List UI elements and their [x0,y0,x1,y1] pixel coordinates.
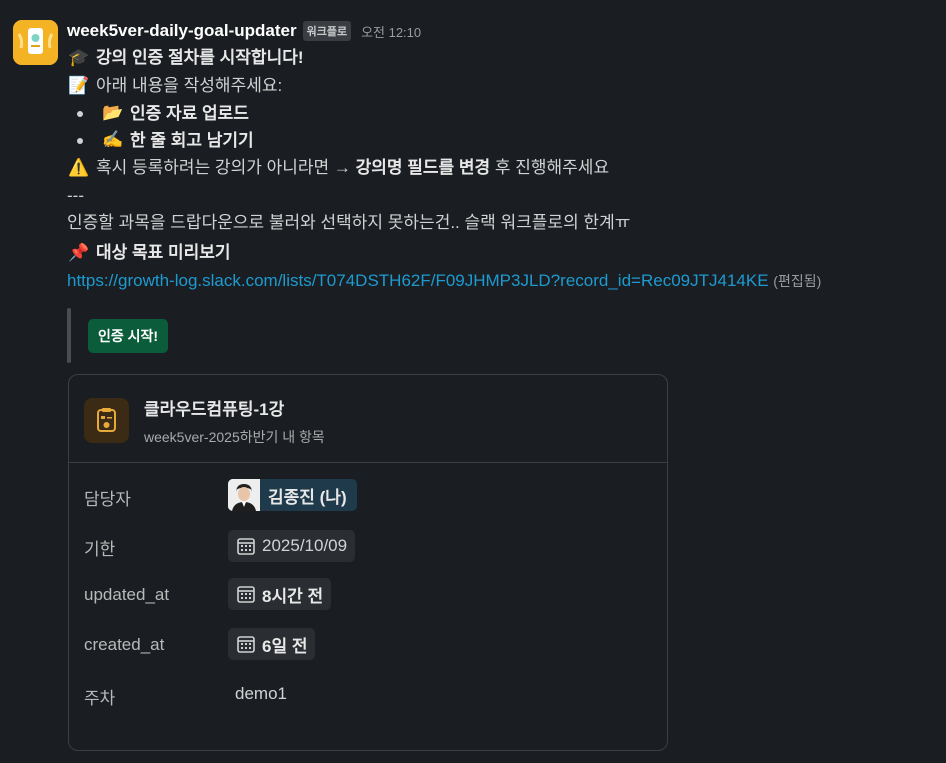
memo-icon: 📝 [68,76,90,96]
assignee-label: 담당자 [84,490,131,509]
line-link: https://growth-log.slack.com/lists/T074D… [67,267,927,295]
bullet-dot [77,110,83,117]
list-icon [84,398,129,443]
calendar-icon [236,536,256,556]
instruction-text: 아래 내용을 작성해주세요: [96,76,283,95]
warning-tail-text: 후 진행해주세요 [490,158,610,177]
due-chip[interactable]: 2025/10/09 [228,530,356,562]
edited-label: (편집됨) [773,273,822,289]
list-item: ✍️ 한 줄 회고 남기기 [67,127,927,154]
message-header: week5ver-daily-goal-updater 워크플로 오전 12:1… [67,18,927,44]
calendar-icon [236,634,256,654]
bullet-text: 인증 자료 업로드 [130,104,249,123]
graduation-cap-icon: 🎓 [68,48,90,68]
line-warning: ⚠️ 혹시 등록하려는 강의가 아니라면 → 강의명 필드를 변경 후 진행해주세… [67,154,927,182]
list-record-link[interactable]: https://growth-log.slack.com/lists/T074D… [67,271,769,290]
updated-label: updated_at [84,585,170,604]
preview-text: 대상 목표 미리보기 [96,243,231,262]
pushpin-icon: 📌 [68,243,90,263]
list-item-card[interactable]: 클라우드컴퓨팅-1강 week5ver-2025하반기 내 항목 담당자 김종진… [68,374,668,751]
timestamp[interactable]: 오전 12:10 [361,22,421,41]
folder-icon: 📂 [102,103,124,123]
warning-icon: ⚠️ [68,158,90,178]
line-start: 🎓 강의 인증 절차를 시작합니다! [67,44,927,72]
calendar-icon [236,584,256,604]
sender-name[interactable]: week5ver-daily-goal-updater [67,21,297,41]
user-avatar [228,479,260,511]
app-badge: 워크플로 [302,21,352,41]
line-preview: 📌 대상 목표 미리보기 [67,239,927,267]
card-subtitle: week5ver-2025하반기 내 항목 [144,429,325,445]
line-instruction: 📝 아래 내용을 작성해주세요: [67,72,927,100]
due-value: 2025/10/09 [262,536,348,555]
card-title[interactable]: 클라우드컴퓨팅-1강 [144,395,284,420]
week-label: 주차 [84,689,116,708]
card-divider [69,462,667,463]
start-verification-button[interactable]: 인증 시작! [88,319,169,353]
note-text: 인증할 과목을 드랍다운으로 불러와 선택하지 못하는건.. 슬랙 워크플로의 … [67,213,631,232]
due-label: 기한 [84,540,116,559]
updated-value: 8시간 전 [262,586,324,606]
created-chip[interactable]: 6일 전 [228,628,316,660]
created-value: 6일 전 [262,636,308,656]
warning-text: 혹시 등록하려는 강의가 아니라면 → [96,158,356,177]
message: week5ver-daily-goal-updater 워크플로 오전 12:1… [67,18,927,295]
assignee-chip[interactable]: 김종진 (나) [228,479,357,511]
updated-chip[interactable]: 8시간 전 [228,578,332,610]
assignee-name: 김종진 (나) [268,487,347,507]
separator-text: --- [67,186,84,205]
warning-bold-text: 강의명 필드를 변경 [355,158,491,177]
created-label: created_at [84,635,165,654]
week-value: demo1 [235,684,287,703]
writing-hand-icon: ✍️ [102,130,124,150]
attachment-quote-bar [67,308,71,363]
bullet-list: 📂 인증 자료 업로드 ✍️ 한 줄 회고 남기기 [67,100,927,154]
app-avatar[interactable] [13,20,58,65]
start-text: 강의 인증 절차를 시작합니다! [96,48,304,67]
bullet-text: 한 줄 회고 남기기 [130,131,254,150]
list-item: 📂 인증 자료 업로드 [67,100,927,127]
bullet-dot [77,137,83,144]
